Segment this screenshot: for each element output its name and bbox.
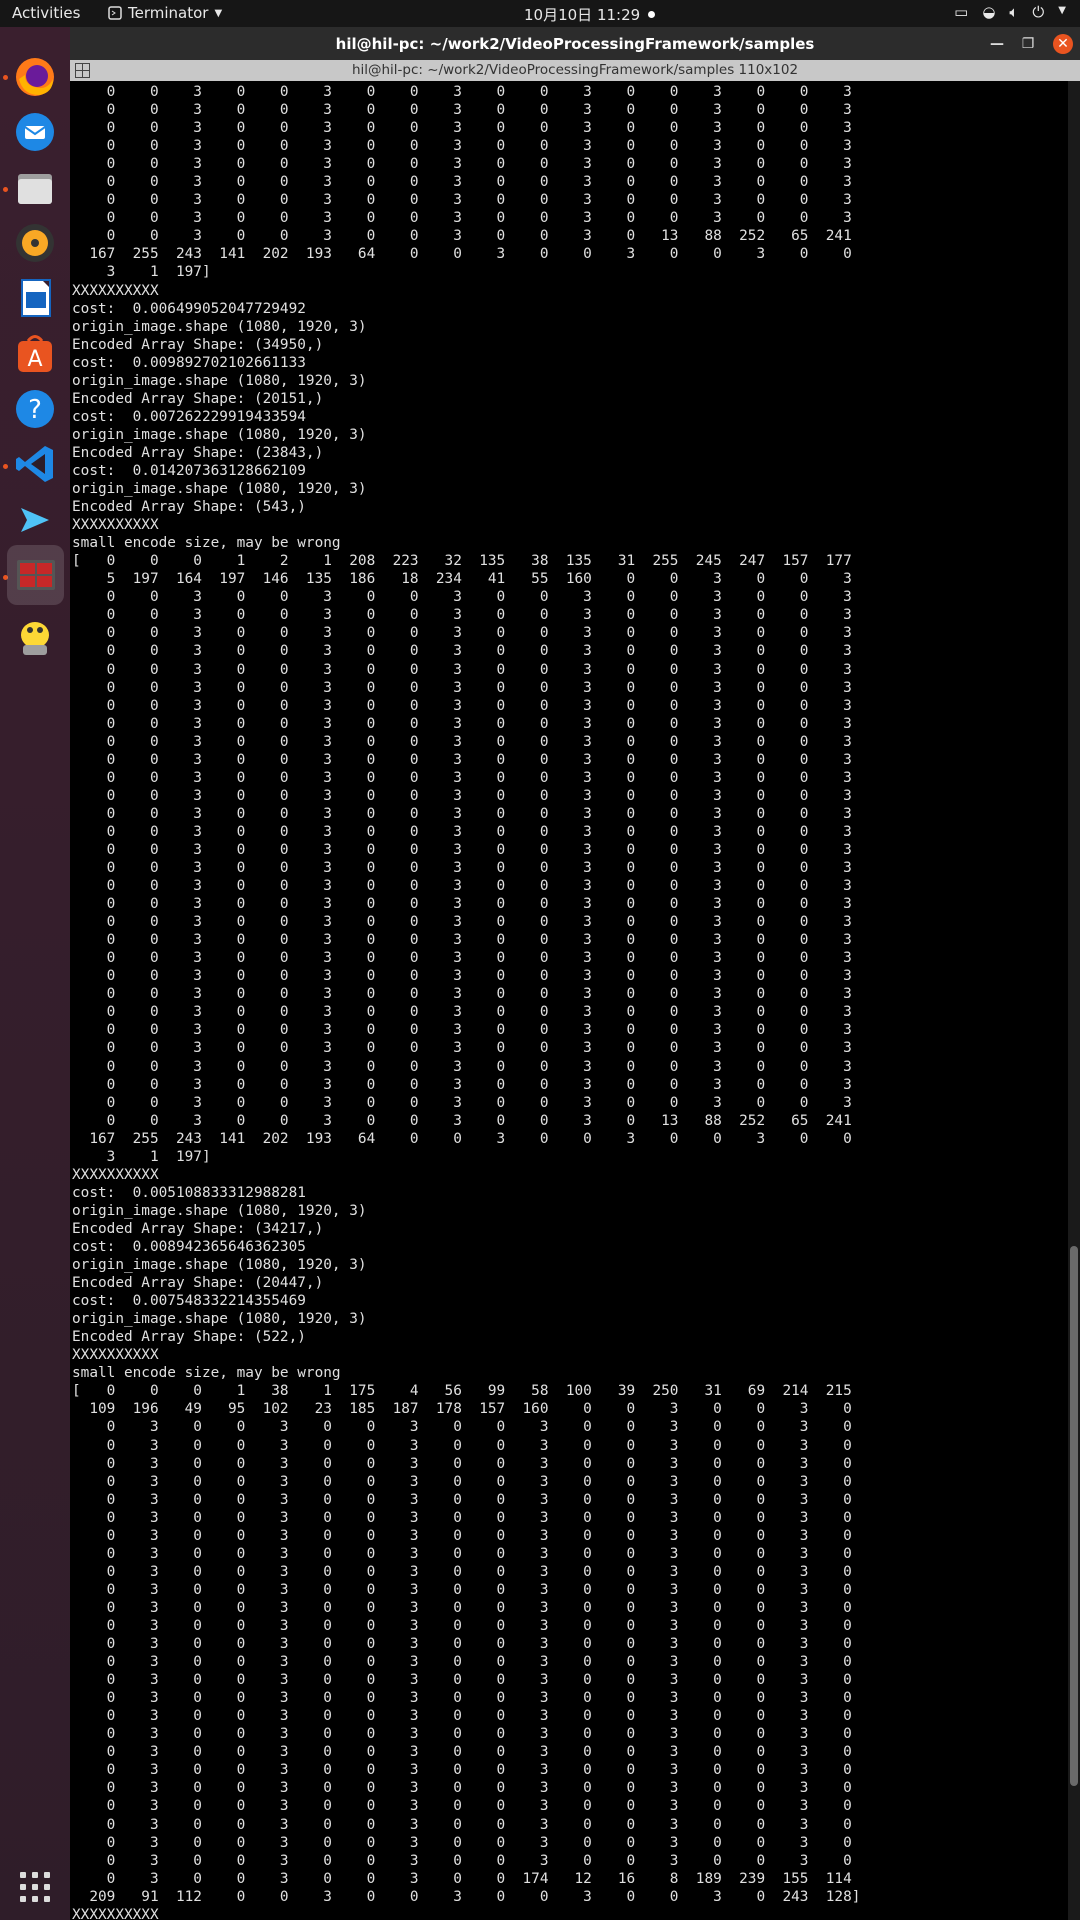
rhythmbox-icon[interactable] (10, 218, 60, 268)
scrollbar-thumb[interactable] (1070, 1246, 1078, 1786)
terminator-app-icon (108, 6, 122, 20)
vscode-icon[interactable] (10, 439, 60, 489)
top-bar: Activities Terminator ▼ 10月10日 11:29 ▭ ◒… (0, 0, 1080, 27)
scrollbar[interactable] (1068, 81, 1080, 1920)
remote-desktop-icon[interactable] (10, 495, 60, 545)
wifi-icon: ◒ (982, 3, 996, 21)
help-icon[interactable]: ? (10, 384, 60, 434)
window-titlebar[interactable]: hil@hil-pc: ~/work2/VideoProcessingFrame… (70, 27, 1080, 60)
files-icon[interactable] (10, 163, 60, 213)
thunderbird-icon[interactable] (10, 107, 60, 157)
terminal-title: hil@hil-pc: ~/work2/VideoProcessingFrame… (351, 62, 799, 78)
minimize-icon[interactable]: — (987, 34, 1007, 54)
keyboard-icon: ▭ (954, 3, 969, 21)
power-icon: ⏻ (1032, 3, 1045, 21)
firefox-icon[interactable] (10, 52, 60, 102)
terminator-icon[interactable] (7, 545, 64, 605)
maximize-icon[interactable]: ❐ (1018, 34, 1038, 54)
close-icon[interactable]: ✕ (1053, 34, 1073, 54)
svg-text:A: A (27, 347, 42, 372)
running-indicator (3, 75, 8, 80)
running-indicator (3, 187, 8, 192)
app-menu[interactable]: Terminator ▼ (108, 4, 222, 22)
terminal-header[interactable]: hil@hil-pc: ~/work2/VideoProcessingFrame… (70, 60, 1080, 81)
libreoffice-writer-icon[interactable] (10, 273, 60, 323)
chevron-down-icon: ▼ (214, 7, 223, 19)
running-indicator (3, 464, 8, 469)
dock: A ? (0, 27, 70, 1920)
clock[interactable]: 10月10日 11:29 (524, 4, 656, 25)
software-center-icon[interactable]: A (10, 329, 60, 379)
volume-icon: 🔈︎ (1009, 3, 1019, 21)
terminal-area[interactable]: 0 0 3 0 0 3 0 0 3 0 0 3 0 0 3 0 0 3 0 0 … (72, 81, 1064, 1920)
system-monitor-icon[interactable] (10, 612, 60, 662)
app-name: Terminator (128, 4, 209, 22)
system-status[interactable]: ▭ ◒ 🔈︎ ⏻ ▼ (954, 3, 1066, 21)
chevron-down-icon: ▼ (1058, 5, 1066, 16)
window-title: hil@hil-pc: ~/work2/VideoProcessingFrame… (335, 35, 815, 53)
show-applications-icon[interactable] (20, 1872, 50, 1902)
datetime: 10月10日 11:29 (524, 6, 641, 24)
svg-text:?: ? (28, 395, 42, 425)
notification-dot-icon (648, 11, 656, 18)
terminal-output: 0 0 3 0 0 3 0 0 3 0 0 3 0 0 3 0 0 3 0 0 … (72, 84, 861, 1920)
activities-button[interactable]: Activities (12, 4, 80, 22)
